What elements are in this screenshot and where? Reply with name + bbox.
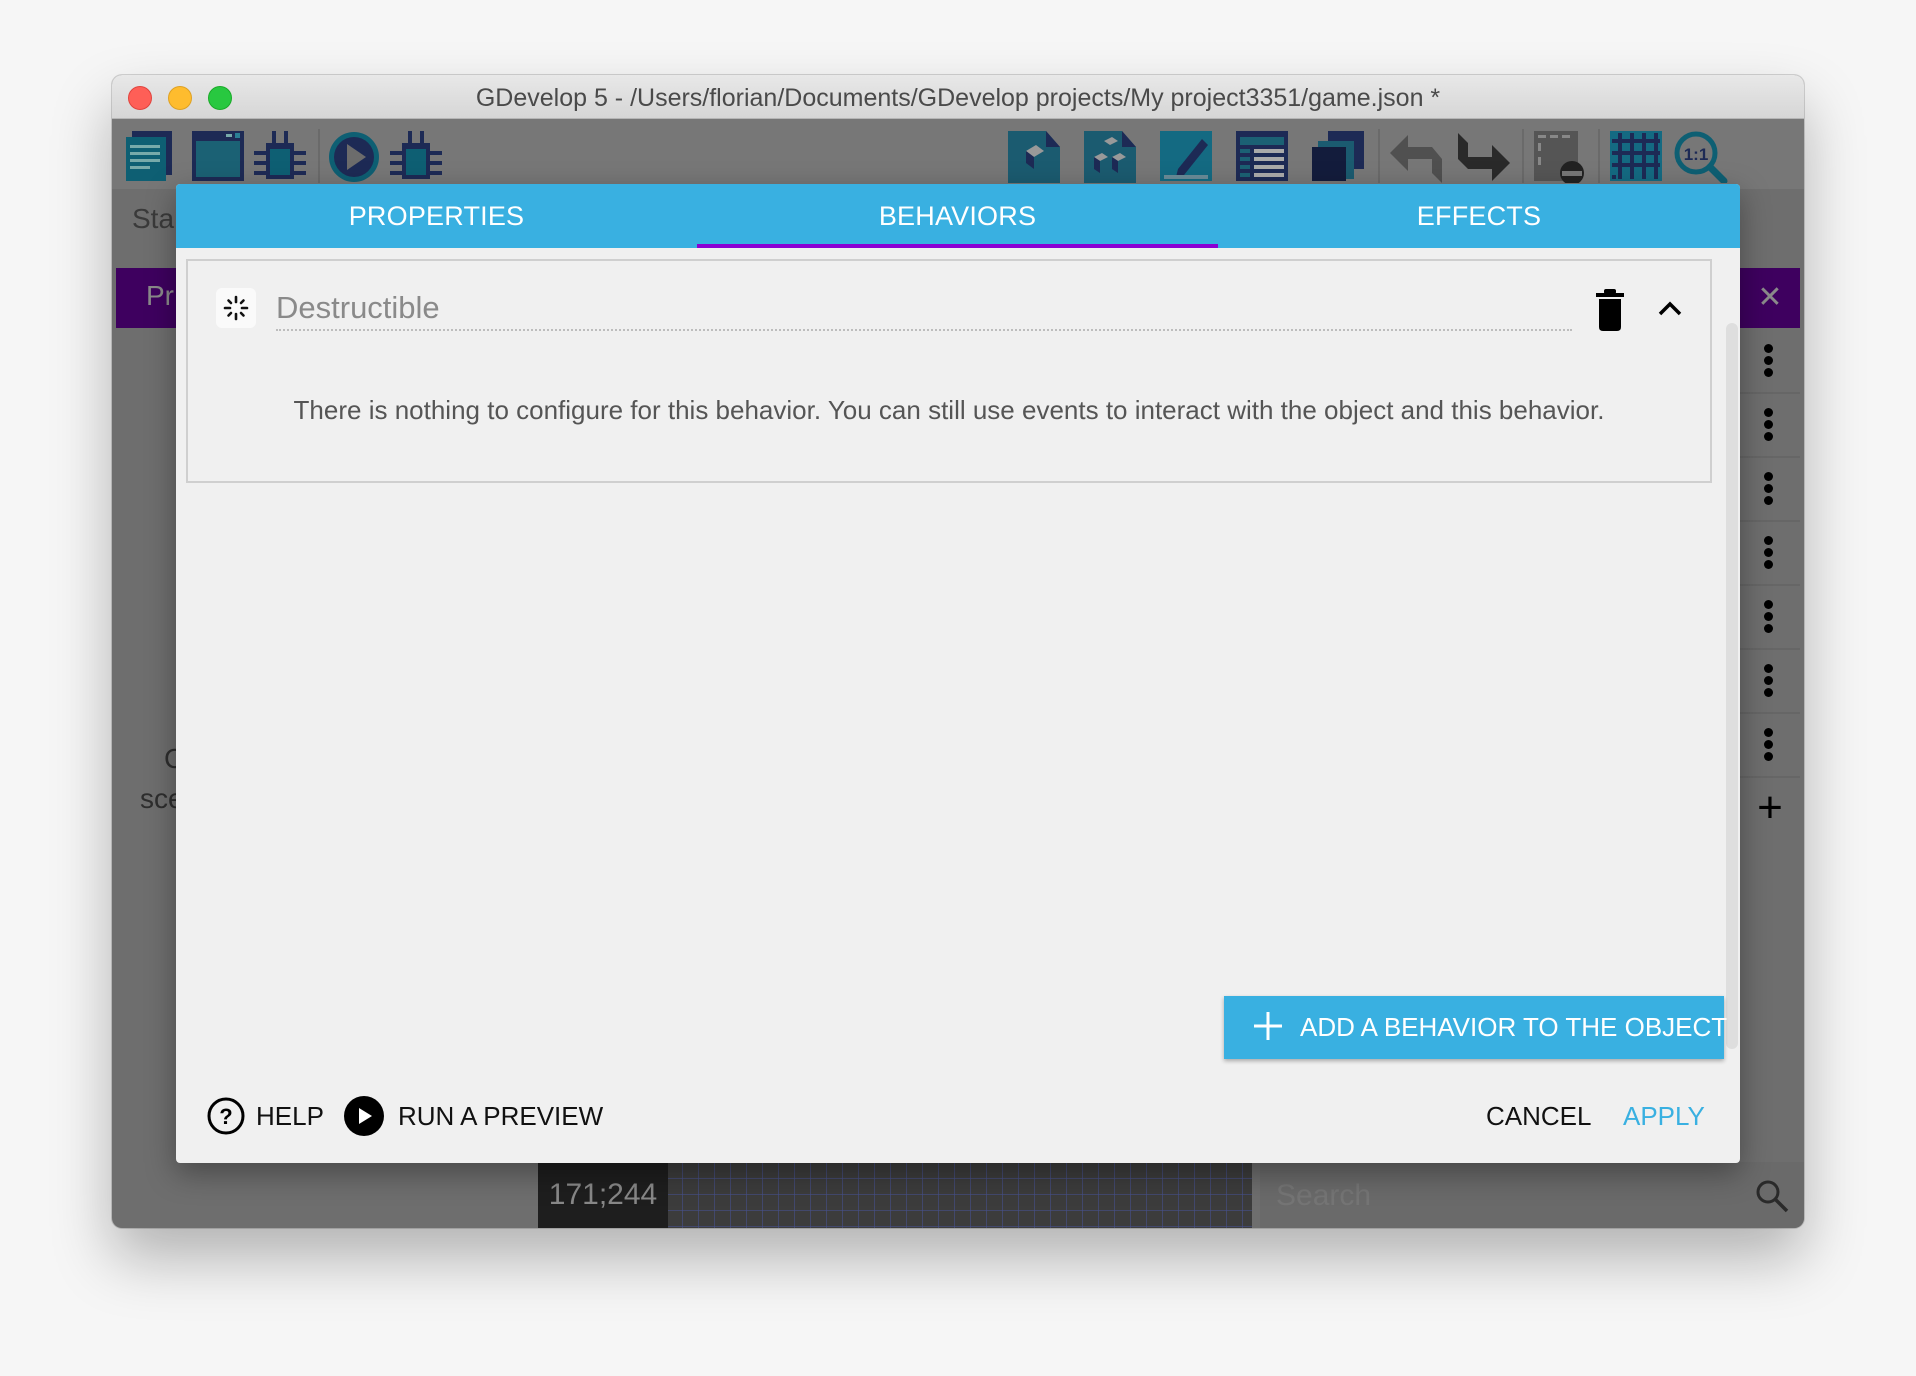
grid-icon[interactable] — [1608, 129, 1664, 183]
properties-panel-icon[interactable] — [1158, 129, 1214, 183]
instances-list-icon[interactable] — [1234, 129, 1290, 183]
toolbar-separator — [318, 129, 320, 183]
svg-text:1:1: 1:1 — [1684, 145, 1709, 164]
delete-behavior-icon[interactable] — [1590, 285, 1630, 333]
help-button[interactable]: ? HELP — [206, 1084, 324, 1148]
tab-properties[interactable]: PROPERTIES — [176, 184, 697, 248]
help-label: HELP — [256, 1101, 324, 1131]
add-behavior-button[interactable]: ADD A BEHAVIOR TO THE OBJECT — [1224, 996, 1728, 1059]
scene-icon[interactable] — [190, 129, 246, 183]
destructible-icon — [223, 295, 249, 321]
window-title: GDevelop 5 - /Users/florian/Documents/GD… — [475, 84, 1441, 112]
svg-text:?: ? — [219, 1104, 232, 1129]
title-bar: GDevelop 5 - /Users/florian/Documents/GD… — [112, 75, 1804, 119]
dialog-actions: ? HELP RUN A PREVIEW CANCEL APPLY — [176, 1084, 1740, 1148]
toolbar-separator — [1598, 129, 1600, 183]
plus-icon — [1254, 1012, 1282, 1040]
help-icon: ? — [207, 1097, 245, 1135]
object-editor-dialog: PROPERTIES BEHAVIORS EFFECTS Destructibl… — [176, 184, 1740, 1163]
cancel-button[interactable]: CANCEL — [1486, 1084, 1591, 1148]
preview-icon[interactable] — [326, 129, 382, 183]
behavior-name-field[interactable] — [276, 287, 1572, 331]
toolbar-separator — [1378, 129, 1380, 183]
apply-button[interactable]: APPLY — [1623, 1084, 1705, 1148]
behavior-card: There is nothing to configure for this b… — [186, 259, 1712, 483]
run-preview-label: RUN A PREVIEW — [398, 1101, 604, 1131]
layers-icon[interactable] — [1310, 129, 1366, 183]
play-icon — [344, 1096, 384, 1136]
behaviors-list: There is nothing to configure for this b… — [176, 248, 1740, 1049]
tab-effects[interactable]: EFFECTS — [1218, 184, 1740, 248]
redo-icon[interactable] — [1456, 129, 1512, 183]
behavior-icon-container — [216, 288, 256, 328]
chevron-up-icon[interactable] — [1650, 285, 1690, 333]
tab-behaviors[interactable]: BEHAVIORS — [697, 184, 1218, 248]
network-debugger-icon[interactable] — [388, 129, 444, 183]
project-manager-icon[interactable] — [124, 129, 180, 183]
behavior-description: There is nothing to configure for this b… — [293, 395, 1605, 425]
toolbar: 1:1 — [112, 119, 1804, 189]
run-preview-button[interactable]: RUN A PREVIEW — [344, 1084, 604, 1148]
toolbar-separator — [1522, 129, 1524, 183]
debugger-icon[interactable] — [252, 129, 308, 183]
objects-panel-icon[interactable] — [1006, 129, 1062, 183]
scrollbar[interactable] — [1726, 323, 1738, 1049]
object-groups-icon[interactable] — [1082, 129, 1138, 183]
dialog-tabs: PROPERTIES BEHAVIORS EFFECTS — [176, 184, 1740, 248]
undo-icon[interactable] — [1388, 129, 1444, 183]
zoom-reset-icon[interactable]: 1:1 — [1672, 129, 1728, 183]
window-mask-icon[interactable] — [1532, 129, 1588, 183]
add-behavior-label: ADD A BEHAVIOR TO THE OBJECT — [1300, 1012, 1728, 1042]
